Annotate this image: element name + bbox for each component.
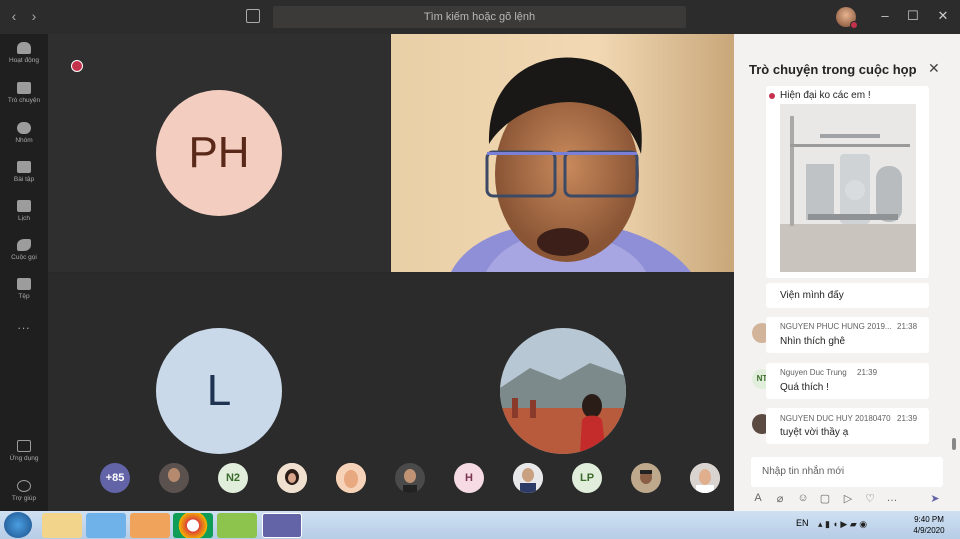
rail-item-calendar[interactable]: Lịch: [0, 200, 48, 222]
back-chevron-left-icon[interactable]: ‹: [6, 8, 22, 24]
participant-avatar[interactable]: H: [454, 463, 484, 493]
video-feed: [391, 34, 734, 272]
chat-message-text: Hiện đại ko các em !: [780, 90, 871, 101]
rail-label: Bài tập: [13, 176, 35, 183]
message-input[interactable]: Nhập tin nhắn mới: [751, 457, 943, 487]
recording-icon: [71, 60, 83, 72]
clock-date: 4/9/2020: [913, 526, 945, 535]
chat-panel-title: Trò chuyện trong cuộc họp: [749, 62, 917, 77]
chat-timestamp: 21:39: [897, 414, 918, 423]
chrome-icon[interactable]: [173, 513, 213, 538]
praise-icon[interactable]: ♡: [864, 492, 876, 506]
clock-time: 9:40 PM: [914, 515, 944, 524]
chat-sender-name: NGUYEN DUC HUY 20180470: [780, 414, 891, 423]
file-explorer-icon[interactable]: [42, 513, 82, 538]
tray-icons[interactable]: ▴ ▮ ◖ ▶ ▰ ◉: [818, 519, 867, 530]
chat-message: Nguyen Duc Trung 21:39 Quá thích !: [766, 363, 929, 399]
help-icon: [17, 480, 31, 492]
participant-avatar[interactable]: [395, 463, 425, 493]
rail-item-files[interactable]: Tệp: [0, 278, 48, 300]
participant-avatar[interactable]: [690, 463, 720, 493]
chat-message-text: Quá thích !: [780, 382, 829, 393]
attach-icon[interactable]: ⌀: [774, 492, 786, 506]
sticker-icon[interactable]: ▢: [819, 492, 831, 506]
chat-message: NGUYEN DUC HUY 20180470 21:39 tuyệt vời …: [766, 408, 929, 444]
coccoc-icon[interactable]: [217, 513, 257, 538]
chat-message: NGUYEN PHUC HUNG 2019... 21:38 Nhìn thíc…: [766, 317, 929, 353]
rail-label: Cuộc gọi: [11, 254, 37, 261]
app-rail: Hoạt động Trò chuyện Nhóm Bài tập Lịch C…: [0, 34, 48, 511]
rail-label: Lịch: [18, 215, 30, 222]
participant-tile[interactable]: PH: [48, 34, 390, 272]
maximize-icon[interactable]: ☐: [904, 8, 922, 24]
participant-avatar[interactable]: [277, 463, 307, 493]
format-icon[interactable]: A: [752, 492, 764, 506]
rail-label: Tệp: [18, 293, 30, 300]
rail-item-teams[interactable]: Nhóm: [0, 122, 48, 144]
chat-message-text: tuyệt vời thầy ạ: [780, 427, 849, 438]
avatar: L: [156, 328, 282, 454]
search-input[interactable]: Tìm kiếm hoặc gõ lệnh: [273, 6, 686, 28]
chat-sender-name: Nguyen Duc Trung: [780, 368, 847, 377]
avatar: PH: [156, 90, 282, 216]
teams-icon: [17, 122, 31, 134]
rail-label: Trợ giúp: [11, 495, 37, 502]
rail-item-help[interactable]: Trợ giúp: [0, 480, 48, 502]
teams-taskbar-icon[interactable]: [262, 513, 302, 538]
gif-icon[interactable]: ▷: [842, 492, 854, 506]
chat-timestamp: 21:38: [897, 322, 918, 331]
apps-icon: [17, 440, 31, 452]
status-busy-icon: [850, 21, 858, 29]
chat-timestamp: 21:39: [857, 368, 878, 377]
forward-chevron-right-icon[interactable]: ›: [26, 8, 42, 24]
chat-message-text: Viện mình đấy: [780, 290, 844, 301]
participant-avatar[interactable]: [159, 463, 189, 493]
chat-message-text: Nhìn thích ghê: [780, 336, 846, 347]
minimize-icon[interactable]: –: [876, 8, 894, 23]
rail-item-chat[interactable]: Trò chuyện: [0, 82, 48, 104]
rail-item-assignments[interactable]: Bài tập: [0, 161, 48, 183]
files-icon: [17, 278, 31, 290]
rail-item-calls[interactable]: Cuộc gọi: [0, 239, 48, 261]
language-indicator[interactable]: EN: [796, 518, 809, 528]
video-tile[interactable]: [391, 34, 734, 272]
rail-more-icon[interactable]: ...: [0, 318, 48, 332]
chat-message: Hiện đại ko các em !: [766, 86, 929, 278]
rail-label: Trò chuyện: [7, 97, 41, 104]
send-icon[interactable]: ➤: [929, 492, 941, 506]
system-clock[interactable]: 9:40 PM 4/9/2020: [904, 514, 954, 536]
compose-icon[interactable]: [246, 9, 260, 23]
chat-scrollbar[interactable]: [952, 438, 956, 450]
avatar[interactable]: [836, 7, 858, 29]
emoji-icon[interactable]: ☺: [797, 492, 809, 506]
chat-image[interactable]: [780, 104, 916, 272]
rail-label: Hoạt động: [9, 57, 39, 64]
participant-avatar[interactable]: [336, 463, 366, 493]
rail-item-activity[interactable]: Hoạt động: [0, 42, 48, 64]
start-button-icon[interactable]: [4, 512, 32, 538]
phone-icon: [17, 239, 31, 251]
calendar-icon: [17, 200, 31, 212]
more-options-icon[interactable]: …: [886, 492, 898, 506]
participant-avatar[interactable]: N2: [218, 463, 248, 493]
participant-avatar[interactable]: [513, 463, 543, 493]
participant-avatar[interactable]: LP: [572, 463, 602, 493]
chat-sender-name: NGUYEN PHUC HUNG 2019...: [780, 322, 892, 331]
assignments-icon: [17, 161, 31, 173]
rail-label: Ứng dụng: [9, 455, 39, 462]
bell-icon: [17, 42, 31, 54]
participant-photo-avatar[interactable]: [500, 328, 626, 454]
chat-icon: [17, 82, 31, 94]
close-window-icon[interactable]: ✕: [934, 8, 952, 24]
close-icon[interactable]: ✕: [928, 60, 940, 77]
rail-item-apps[interactable]: Ứng dụng: [0, 440, 48, 462]
status-busy-icon: [769, 93, 775, 99]
participant-avatar[interactable]: [631, 463, 661, 493]
chat-message: Viện mình đấy: [766, 283, 929, 308]
more-participants-badge[interactable]: +85: [100, 463, 130, 493]
rail-label: Nhóm: [15, 137, 33, 144]
internet-explorer-icon[interactable]: [86, 513, 126, 538]
media-player-icon[interactable]: [130, 513, 170, 538]
